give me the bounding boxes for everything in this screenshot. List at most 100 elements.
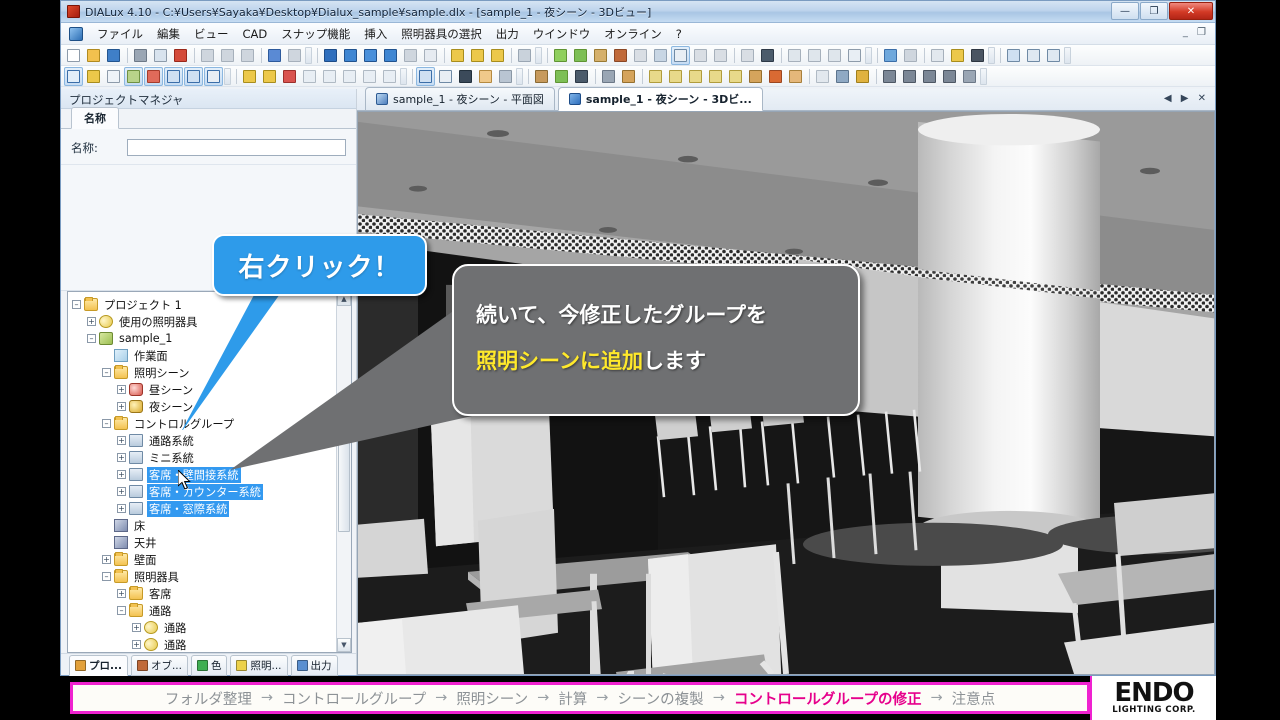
close-button[interactable]: ✕ — [1169, 2, 1213, 20]
select-arrow-icon[interactable] — [64, 66, 83, 86]
nav-walk-icon[interactable] — [496, 67, 515, 86]
panel-tab[interactable]: 出力 — [290, 655, 338, 676]
tree-expander-plus-icon[interactable]: + — [117, 453, 126, 462]
object3-icon[interactable] — [651, 46, 670, 65]
view-section-icon[interactable] — [381, 46, 400, 65]
open-icon[interactable] — [84, 46, 103, 65]
panel-tab[interactable]: 照明... — [230, 655, 288, 676]
document-tab-3d[interactable]: sample_1 - 夜シーン - 3Dビ... — [557, 87, 763, 111]
tree-expander-minus-icon[interactable]: – — [102, 368, 111, 377]
tex-icon[interactable] — [599, 67, 618, 86]
tree-expander-plus-icon[interactable]: + — [132, 623, 141, 632]
menu-item-cad[interactable]: CAD — [236, 25, 275, 43]
name-input[interactable] — [127, 139, 346, 156]
menu-item-file[interactable]: ファイル — [90, 24, 150, 44]
tree-item[interactable]: + 客席・窓際系統 — [72, 500, 335, 517]
tree-expander-plus-icon[interactable]: + — [117, 385, 126, 394]
nav-pan-icon[interactable] — [476, 67, 495, 86]
tab-next-icon[interactable]: ▶ — [1181, 93, 1192, 104]
shape1-icon[interactable] — [646, 67, 665, 86]
menu-item-window[interactable]: ウインドウ — [526, 24, 598, 44]
shape5-icon[interactable] — [726, 67, 745, 86]
light-add-icon[interactable] — [448, 46, 467, 65]
grid3-icon[interactable] — [825, 46, 844, 65]
tab-close-icon[interactable]: ✕ — [1198, 93, 1209, 104]
tab-navigation[interactable]: ◀ ▶ ✕ — [1164, 93, 1209, 104]
measure-icon[interactable] — [738, 46, 757, 65]
panel-tab[interactable]: プロ... — [69, 655, 128, 676]
light-dim1-icon[interactable] — [300, 67, 319, 86]
print-preview-icon[interactable] — [151, 46, 170, 65]
toolbar-overflow-chevron-down-icon[interactable] — [224, 67, 231, 85]
redo-icon[interactable] — [285, 46, 304, 65]
polyline-icon[interactable] — [900, 67, 919, 86]
tree-expander-plus-icon[interactable]: + — [117, 436, 126, 445]
nav-orbit-icon[interactable] — [456, 67, 475, 86]
line-icon[interactable] — [880, 67, 899, 86]
menu-item-online[interactable]: オンライン — [597, 24, 669, 44]
print-icon[interactable] — [131, 46, 150, 65]
shape3-icon[interactable] — [686, 67, 705, 86]
tree-item[interactable]: – 照明器具 — [72, 568, 335, 585]
furniture-icon[interactable] — [591, 46, 610, 65]
object-icon[interactable] — [611, 46, 630, 65]
toolbar-overflow-chevron-down-icon[interactable] — [988, 46, 995, 64]
paste-icon[interactable] — [238, 46, 257, 65]
light-dim4-icon[interactable] — [360, 67, 379, 86]
mat-green-icon[interactable] — [552, 67, 571, 86]
toolbar-overflow-chevron-down-icon[interactable] — [305, 46, 312, 64]
select-plane-icon[interactable] — [164, 66, 183, 86]
tree-expander-plus-icon[interactable]: + — [117, 487, 126, 496]
doc2-icon[interactable] — [901, 46, 920, 65]
tools-icon[interactable] — [515, 46, 534, 65]
tree-item[interactable]: – 通路 — [72, 602, 335, 619]
tree-expander-plus-icon[interactable]: + — [87, 317, 96, 326]
select-lamp-icon[interactable] — [84, 67, 103, 86]
tree-expander-minus-icon[interactable]: – — [72, 300, 81, 309]
surface-icon[interactable] — [691, 46, 710, 65]
project-manager-tabrow[interactable]: 名称 — [61, 107, 356, 129]
view-plan-icon[interactable] — [341, 46, 360, 65]
misc-icon[interactable] — [813, 67, 832, 86]
window-icon[interactable] — [766, 67, 785, 86]
select-room-icon[interactable] — [124, 66, 143, 86]
spline-icon[interactable] — [920, 67, 939, 86]
view-render-icon[interactable] — [401, 46, 420, 65]
toolbar-overflow-chevron-down-icon[interactable] — [1064, 46, 1071, 64]
menu-item-help[interactable]: ? — [669, 25, 689, 43]
sphere-icon[interactable] — [711, 46, 730, 65]
tree-expander-plus-icon[interactable]: + — [102, 555, 111, 564]
page-icon[interactable] — [928, 46, 947, 65]
shape4-icon[interactable] — [706, 67, 725, 86]
mdi-window-controls[interactable]: _ ❐ — [1183, 27, 1209, 38]
tree-item[interactable]: + 壁面 — [72, 551, 335, 568]
menu-item-snap[interactable]: スナップ機能 — [274, 24, 357, 44]
arrange-icon[interactable] — [1004, 46, 1023, 65]
window-controls[interactable]: — ❐ ✕ — [1111, 2, 1213, 20]
material2-icon[interactable] — [571, 46, 590, 65]
undo-icon[interactable] — [265, 46, 284, 65]
menu-item-luminaire-selection[interactable]: 照明器具の選択 — [394, 24, 489, 44]
measure-tool-icon[interactable] — [204, 66, 223, 86]
zoom-select-icon[interactable] — [184, 66, 203, 86]
door-icon[interactable] — [786, 67, 805, 86]
object2-icon[interactable] — [631, 46, 650, 65]
light-place1-icon[interactable] — [240, 67, 259, 86]
panel-tab[interactable]: オブ... — [130, 655, 188, 676]
tree-expander-plus-icon[interactable]: + — [117, 470, 126, 479]
shape2-icon[interactable] — [666, 67, 685, 86]
nav-zoom-icon[interactable] — [436, 67, 455, 86]
new-icon[interactable] — [64, 46, 83, 65]
nav-select-icon[interactable] — [416, 66, 435, 86]
curve-icon[interactable] — [671, 45, 690, 65]
doc-icon[interactable] — [881, 46, 900, 65]
split-h-icon[interactable] — [1024, 46, 1043, 65]
camera-icon[interactable] — [968, 46, 987, 65]
toolbar-overflow-chevron-down-icon[interactable] — [516, 67, 523, 85]
toolbar-overflow-chevron-down-icon[interactable] — [535, 46, 542, 64]
tree-expander-plus-icon[interactable]: + — [117, 504, 126, 513]
tree-expander-minus-icon[interactable]: – — [117, 606, 126, 615]
document-tab-plan[interactable]: sample_1 - 夜シーン - 平面図 — [365, 87, 555, 111]
panel-tab[interactable]: 色 — [190, 655, 228, 676]
light-place3-icon[interactable] — [280, 67, 299, 86]
